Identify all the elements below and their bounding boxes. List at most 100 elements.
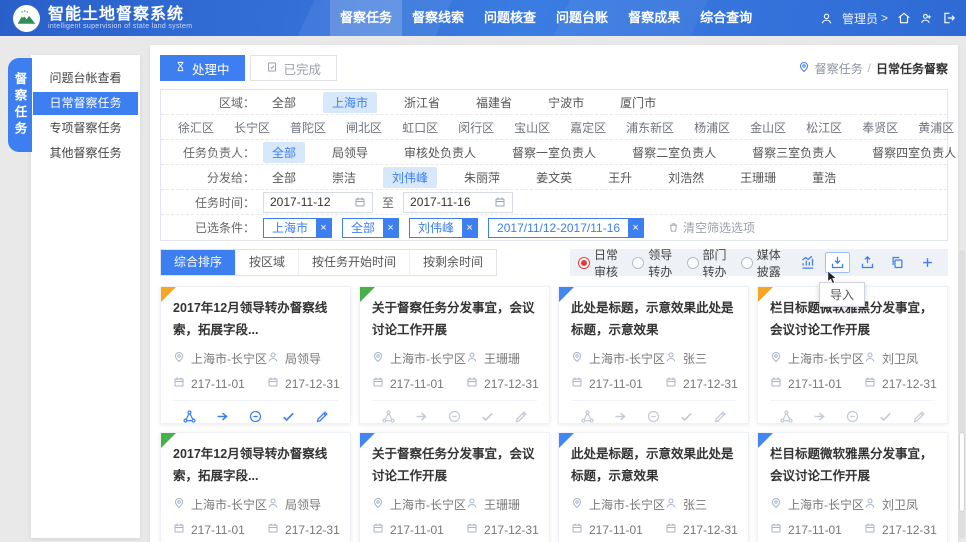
- top-nav-item[interactable]: 问题核查: [474, 0, 546, 36]
- assignee-option[interactable]: 董浩: [803, 167, 845, 188]
- owner-option[interactable]: 督察三室负责人: [743, 142, 845, 163]
- category-radio[interactable]: 日常审核: [578, 246, 623, 280]
- assignee-option[interactable]: 王珊珊: [731, 167, 785, 188]
- task-card[interactable]: 2017年12月领导转办督察线索，拓展字段...上海市-长宁区局领导217-11…: [160, 286, 351, 424]
- owner-option[interactable]: 局领导: [323, 142, 377, 163]
- distribute-icon[interactable]: [178, 409, 200, 424]
- assignee-option[interactable]: 刘伟峰: [383, 167, 437, 188]
- top-nav-item[interactable]: 督察线索: [402, 0, 474, 36]
- owner-option[interactable]: 督察一室负责人: [503, 142, 605, 163]
- task-card[interactable]: 此处是标题，示意效果此处是标题，示意效果上海市-长宁区张三217-11-0121…: [558, 432, 749, 542]
- category-radio[interactable]: 媒体披露: [741, 246, 786, 280]
- chip-remove-icon[interactable]: ×: [462, 219, 477, 237]
- category-radio[interactable]: 领导转办: [632, 246, 677, 280]
- task-card[interactable]: 此处是标题，示意效果此处是标题，示意效果上海市-长宁区张三217-11-0121…: [558, 286, 749, 424]
- sidebar-item[interactable]: 问题台帐查看: [33, 67, 138, 90]
- district-option[interactable]: 徐汇区: [169, 117, 223, 138]
- clear-filters-button[interactable]: 清空筛选选项: [668, 219, 755, 236]
- home-icon[interactable]: [897, 11, 911, 25]
- suspend-icon[interactable]: [444, 409, 466, 424]
- assignee-option[interactable]: 全部: [263, 167, 305, 188]
- forward-icon[interactable]: [211, 409, 233, 424]
- suspend-icon[interactable]: [842, 409, 864, 424]
- check-icon[interactable]: [875, 409, 897, 424]
- breadcrumb-section[interactable]: 督察任务: [815, 60, 863, 77]
- chart-stats-icon[interactable]: [795, 252, 820, 273]
- profile-icon[interactable]: [920, 12, 933, 25]
- sidebar-item[interactable]: 其他督察任务: [33, 142, 138, 165]
- chip-remove-icon[interactable]: ×: [628, 219, 643, 237]
- suspend-icon[interactable]: [643, 409, 665, 424]
- assignee-option[interactable]: 刘浩然: [659, 167, 713, 188]
- task-card[interactable]: 2017年12月领导转办督察线索，拓展字段...上海市-长宁区局领导217-11…: [160, 432, 351, 542]
- check-icon[interactable]: [676, 409, 698, 424]
- top-nav-item[interactable]: 督察任务: [330, 0, 402, 36]
- district-option[interactable]: 闵行区: [449, 117, 503, 138]
- plus-icon[interactable]: [915, 252, 940, 273]
- chip-remove-icon[interactable]: ×: [316, 219, 331, 237]
- edit-icon[interactable]: [311, 409, 333, 424]
- category-radio[interactable]: 部门转办: [687, 246, 732, 280]
- suspend-icon[interactable]: [245, 409, 267, 424]
- assignee-option[interactable]: 崇洁: [323, 167, 365, 188]
- scrollbar-track[interactable]: [959, 250, 965, 538]
- region-option[interactable]: 厦门市: [611, 92, 665, 113]
- owner-option[interactable]: 审核处负责人: [395, 142, 485, 163]
- region-option[interactable]: 上海市: [323, 92, 377, 113]
- district-option[interactable]: 黄浦区: [909, 117, 958, 138]
- owner-option[interactable]: 督察二室负责人: [623, 142, 725, 163]
- district-option[interactable]: 奉贤区: [853, 117, 907, 138]
- owner-option[interactable]: 督察四室负责人: [863, 142, 958, 163]
- start-date-input[interactable]: 2017-11-12: [263, 192, 373, 213]
- check-icon[interactable]: [477, 409, 499, 424]
- district-option[interactable]: 闸北区: [337, 117, 391, 138]
- forward-icon[interactable]: [808, 409, 830, 424]
- distribute-icon[interactable]: [775, 409, 797, 424]
- assignee-option[interactable]: 姜文英: [527, 167, 581, 188]
- edit-icon[interactable]: [908, 409, 930, 424]
- region-option[interactable]: 全部: [263, 92, 305, 113]
- sidebar-item[interactable]: 专项督察任务: [33, 117, 138, 140]
- forward-icon[interactable]: [609, 409, 631, 424]
- assignee-option[interactable]: 朱丽萍: [455, 167, 509, 188]
- top-nav-item[interactable]: 综合查询: [690, 0, 762, 36]
- district-option[interactable]: 长宁区: [225, 117, 279, 138]
- export-icon[interactable]: [855, 252, 880, 273]
- region-option[interactable]: 宁波市: [539, 92, 593, 113]
- edit-icon[interactable]: [709, 409, 731, 424]
- logout-icon[interactable]: [942, 11, 956, 25]
- owner-option[interactable]: 全部: [263, 142, 305, 163]
- sidebar-vertical-tab[interactable]: 督察任务: [8, 58, 32, 152]
- tab-processing[interactable]: 处理中: [160, 55, 245, 81]
- task-card[interactable]: 关于督察任务分发事宜，会议讨论工作开展上海市-长宁区王珊珊217-11-0121…: [359, 432, 550, 542]
- district-option[interactable]: 杨浦区: [685, 117, 739, 138]
- end-date-input[interactable]: 2017-11-16: [403, 192, 513, 213]
- top-nav-item[interactable]: 督察成果: [618, 0, 690, 36]
- district-option[interactable]: 宝山区: [505, 117, 559, 138]
- region-option[interactable]: 浙江省: [395, 92, 449, 113]
- user-name[interactable]: 管理员: [842, 10, 878, 27]
- distribute-icon[interactable]: [576, 409, 598, 424]
- chip-remove-icon[interactable]: ×: [383, 219, 398, 237]
- scrollbar-thumb[interactable]: [959, 432, 965, 512]
- check-icon[interactable]: [278, 409, 300, 424]
- region-option[interactable]: 福建省: [467, 92, 521, 113]
- tab-completed[interactable]: 已完成: [250, 55, 338, 81]
- district-option[interactable]: 普陀区: [281, 117, 335, 138]
- district-option[interactable]: 松江区: [797, 117, 851, 138]
- import-icon[interactable]: 导入: [825, 252, 850, 273]
- sort-tab[interactable]: 按剩余时间: [410, 250, 496, 275]
- sort-tab[interactable]: 综合排序: [161, 250, 236, 275]
- sort-tab[interactable]: 按区域: [236, 250, 299, 275]
- distribute-icon[interactable]: [377, 409, 399, 424]
- top-nav-item[interactable]: 问题台账: [546, 0, 618, 36]
- task-card[interactable]: 栏目标题微软雅黑分发事宜，会议讨论工作开展上海市-长宁区刘卫凤217-11-01…: [757, 432, 948, 542]
- district-option[interactable]: 浦东新区: [617, 117, 683, 138]
- edit-icon[interactable]: [510, 409, 532, 424]
- district-option[interactable]: 金山区: [741, 117, 795, 138]
- assignee-option[interactable]: 王升: [599, 167, 641, 188]
- district-option[interactable]: 虹口区: [393, 117, 447, 138]
- sidebar-item[interactable]: 日常督察任务: [33, 92, 138, 115]
- district-option[interactable]: 嘉定区: [561, 117, 615, 138]
- copy-icon[interactable]: [885, 252, 910, 273]
